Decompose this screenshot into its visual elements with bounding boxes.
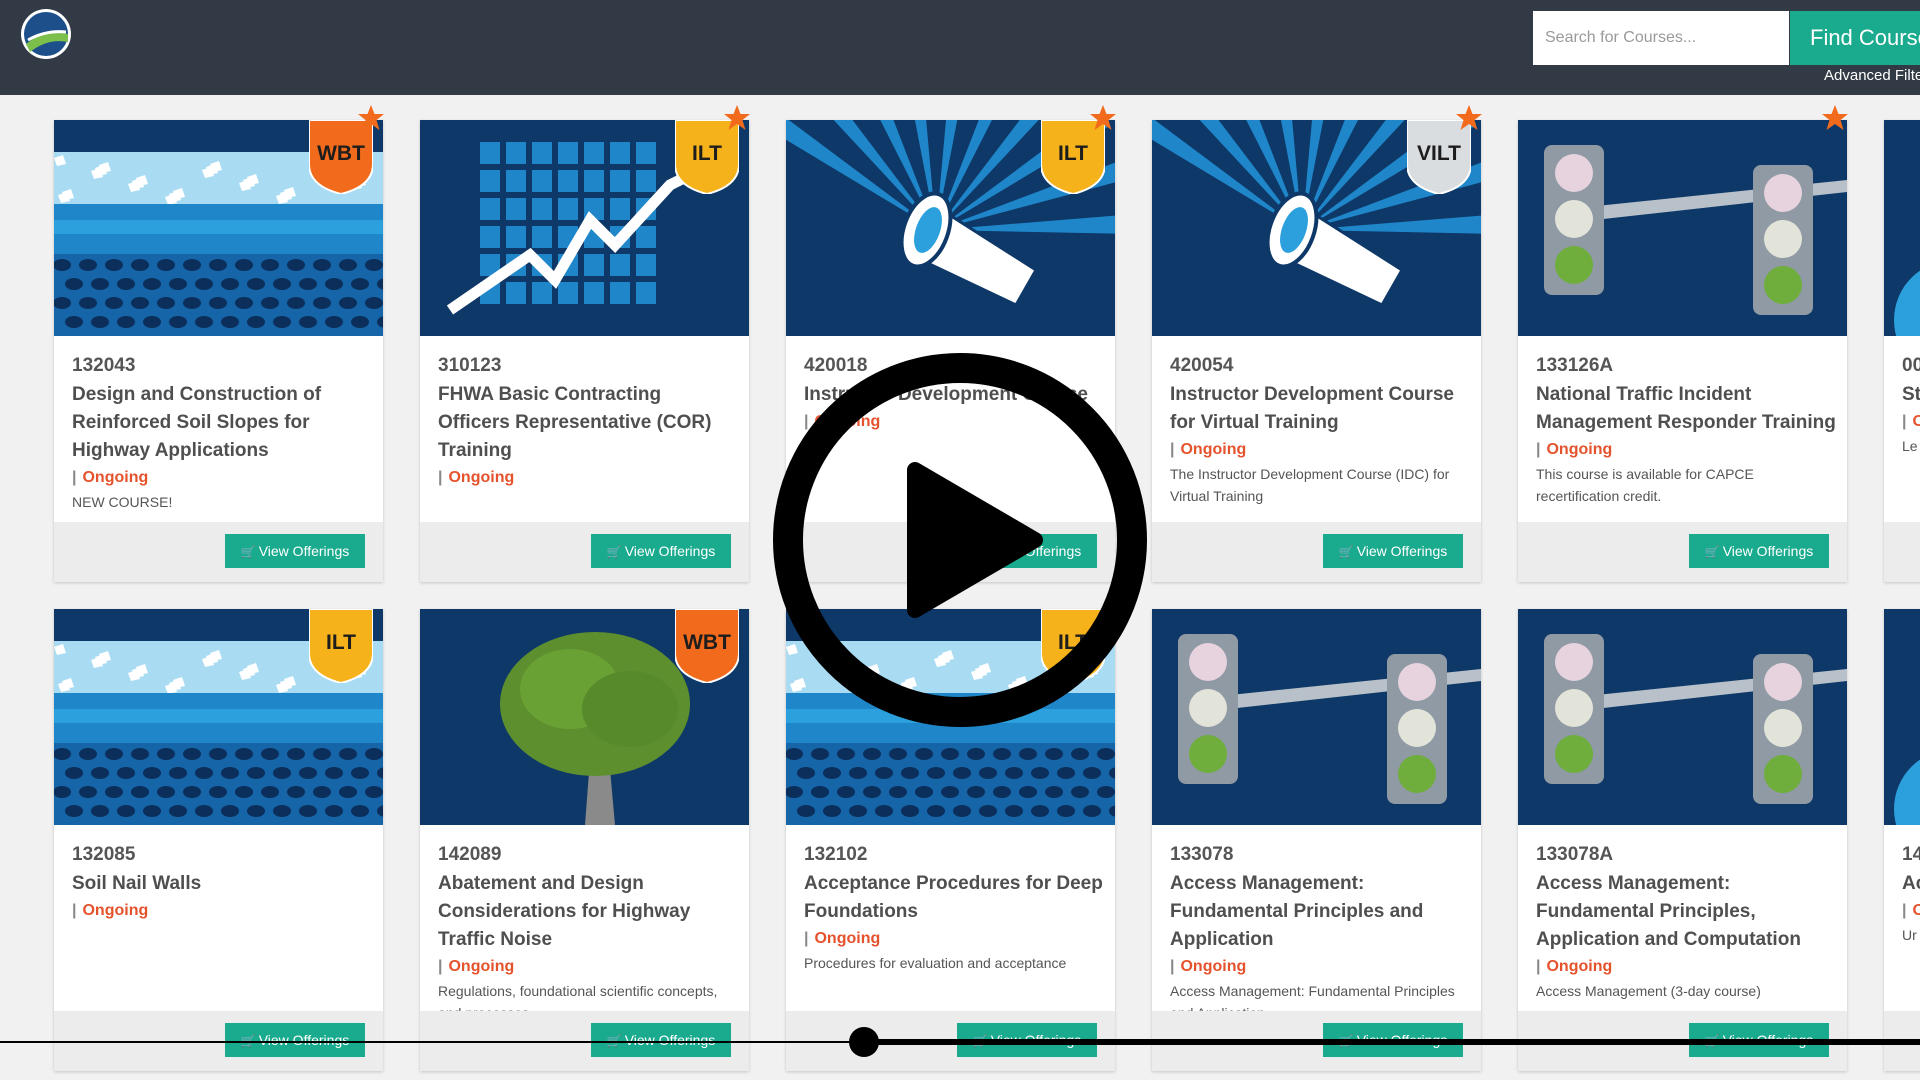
course-image[interactable] — [1884, 609, 1920, 825]
course-image[interactable] — [1518, 120, 1847, 336]
course-status: | Ongoing — [72, 902, 149, 919]
card-footer: 🛒View Offerings — [1518, 522, 1847, 582]
course-title-block: National Traffic Incident Management Res… — [1536, 381, 1836, 507]
cart-icon: 🛒 — [606, 545, 622, 559]
course-status: | O — [1902, 902, 1920, 919]
course-status: | Ongoing — [1536, 441, 1613, 458]
course-title[interactable]: Instructor Development Course for Virtua… — [1170, 381, 1470, 437]
star-icon — [1822, 105, 1848, 130]
course-card-partial[interactable]: 14 Ac Co |O Ur co — [1884, 609, 1920, 1071]
course-description: NEW COURSE! — [72, 494, 173, 510]
course-title-block: FHWA Basic Contracting Officers Represen… — [438, 381, 738, 491]
course-status: | Ongoing — [1170, 441, 1247, 458]
course-title[interactable]: St Bl — [1902, 381, 1920, 409]
course-code: 420054 — [1170, 355, 1234, 376]
course-code: 132085 — [72, 844, 136, 865]
course-description: Le co — [1902, 438, 1920, 454]
top-nav-bar: Find Courses Advanced Filters — [0, 0, 1920, 95]
course-card[interactable]: ILT132085 Soil Nail Walls |Ongoing 🛒View… — [54, 609, 383, 1071]
course-card[interactable]: ILT 310123 FHWA Basic Contracting Officer… — [420, 105, 750, 582]
cart-icon: 🛒 — [1338, 545, 1354, 559]
course-code: 133126A — [1536, 355, 1614, 376]
course-card[interactable]: 133078A Access Management: Fundamental P… — [1518, 609, 1847, 1071]
view-offerings-button[interactable]: 🛒View Offerings — [591, 534, 731, 568]
course-title-block: Access Management: Fundamental Principle… — [1536, 870, 1836, 1002]
course-description: Ur co — [1902, 927, 1920, 943]
video-progress-bar[interactable] — [0, 1035, 1920, 1049]
card-footer: 🛒View Offerings — [1152, 522, 1481, 582]
course-description: Access Management (3-day course) — [1536, 983, 1761, 999]
course-code: 00 — [1902, 355, 1920, 376]
course-type-badge: WBT — [675, 609, 739, 683]
card-footer — [1884, 522, 1920, 582]
star-icon — [1090, 105, 1116, 130]
course-title[interactable]: Design and Construction of Reinforced So… — [72, 381, 372, 465]
course-title-block: Instructor Development Course for Virtua… — [1170, 381, 1470, 507]
course-status: | Ongoing — [72, 469, 149, 486]
course-status: | Ongoing — [438, 958, 515, 975]
course-title-block: Ac Co |O Ur co — [1902, 870, 1920, 946]
find-courses-button[interactable]: Find Courses — [1790, 11, 1920, 65]
course-title[interactable]: National Traffic Incident Management Res… — [1536, 381, 1836, 437]
card-footer: 🛒View Offerings — [54, 522, 383, 582]
course-title[interactable]: Acceptance Procedures for Deep Foundatio… — [804, 870, 1104, 926]
course-title-block: Soil Nail Walls | Ongoing — [72, 870, 372, 924]
advanced-filters-link[interactable]: Advanced Filters — [1824, 67, 1920, 84]
star-icon — [724, 105, 750, 130]
course-title[interactable]: Access Management: Fundamental Principle… — [1536, 870, 1836, 954]
course-title-block: Design and Construction of Reinforced So… — [72, 381, 372, 513]
star-icon — [358, 105, 384, 130]
course-image[interactable] — [1152, 609, 1481, 825]
view-offerings-button[interactable]: 🛒View Offerings — [225, 534, 365, 568]
course-type-badge: ILT — [309, 609, 373, 683]
cart-icon: 🛒 — [240, 545, 256, 559]
play-icon[interactable] — [770, 350, 1150, 730]
course-title[interactable]: Access Management: Fundamental Principle… — [1170, 870, 1470, 954]
course-code: 14 — [1902, 844, 1920, 865]
course-status: | Ongoing — [804, 930, 881, 947]
course-card[interactable]: 133078 Access Management: Fundamental Pr… — [1152, 609, 1481, 1071]
course-title[interactable]: Ac Co — [1902, 870, 1920, 898]
nhi-logo[interactable] — [18, 8, 74, 60]
course-status: | Ongoing — [1170, 958, 1247, 975]
course-code: 142089 — [438, 844, 502, 865]
course-image[interactable] — [1518, 609, 1847, 825]
cart-icon: 🛒 — [1704, 545, 1720, 559]
course-code: 133078 — [1170, 844, 1234, 865]
course-description: The Instructor Development Course (IDC) … — [1170, 466, 1450, 504]
course-status: | Ongoing — [1536, 958, 1613, 975]
course-description: This course is available for CAPCE recer… — [1536, 466, 1754, 504]
view-offerings-button[interactable]: 🛒View Offerings — [1689, 534, 1829, 568]
course-title-block: Access Management: Fundamental Principle… — [1170, 870, 1470, 1024]
course-card[interactable]: VILT 420054 Instructor Development Course… — [1152, 105, 1482, 582]
course-title[interactable]: Abatement and Design Considerations for … — [438, 870, 738, 954]
course-title[interactable]: Soil Nail Walls — [72, 870, 372, 898]
course-title-block: Acceptance Procedures for Deep Foundatio… — [804, 870, 1104, 974]
course-card[interactable]: WBT 132043 Design and Construction of Rei… — [54, 105, 384, 582]
course-card-partial[interactable]: 00 St Bl |O Le co — [1884, 120, 1920, 582]
view-offerings-button[interactable]: 🛒View Offerings — [1323, 534, 1463, 568]
course-code: 133078A — [1536, 844, 1614, 865]
star-icon — [1456, 105, 1482, 130]
course-status: | Ongoing — [438, 469, 515, 486]
course-code: 132043 — [72, 355, 136, 376]
course-title-block: Abatement and Design Considerations for … — [438, 870, 738, 1024]
card-footer: 🛒View Offerings — [420, 522, 749, 582]
course-card[interactable]: WBT 142089 Abatement and Design Considera… — [420, 609, 749, 1071]
course-title[interactable]: FHWA Basic Contracting Officers Represen… — [438, 381, 738, 465]
course-code: 132102 — [804, 844, 868, 865]
course-title-block: St Bl |O Le co — [1902, 381, 1920, 457]
course-card[interactable]: 133126A National Traffic Incident Manage… — [1518, 105, 1848, 582]
search-input[interactable] — [1533, 11, 1789, 65]
course-description: Procedures for evaluation and acceptance — [804, 955, 1067, 971]
course-image[interactable] — [1884, 120, 1920, 336]
course-code: 310123 — [438, 355, 502, 376]
course-status: | O — [1902, 413, 1920, 430]
